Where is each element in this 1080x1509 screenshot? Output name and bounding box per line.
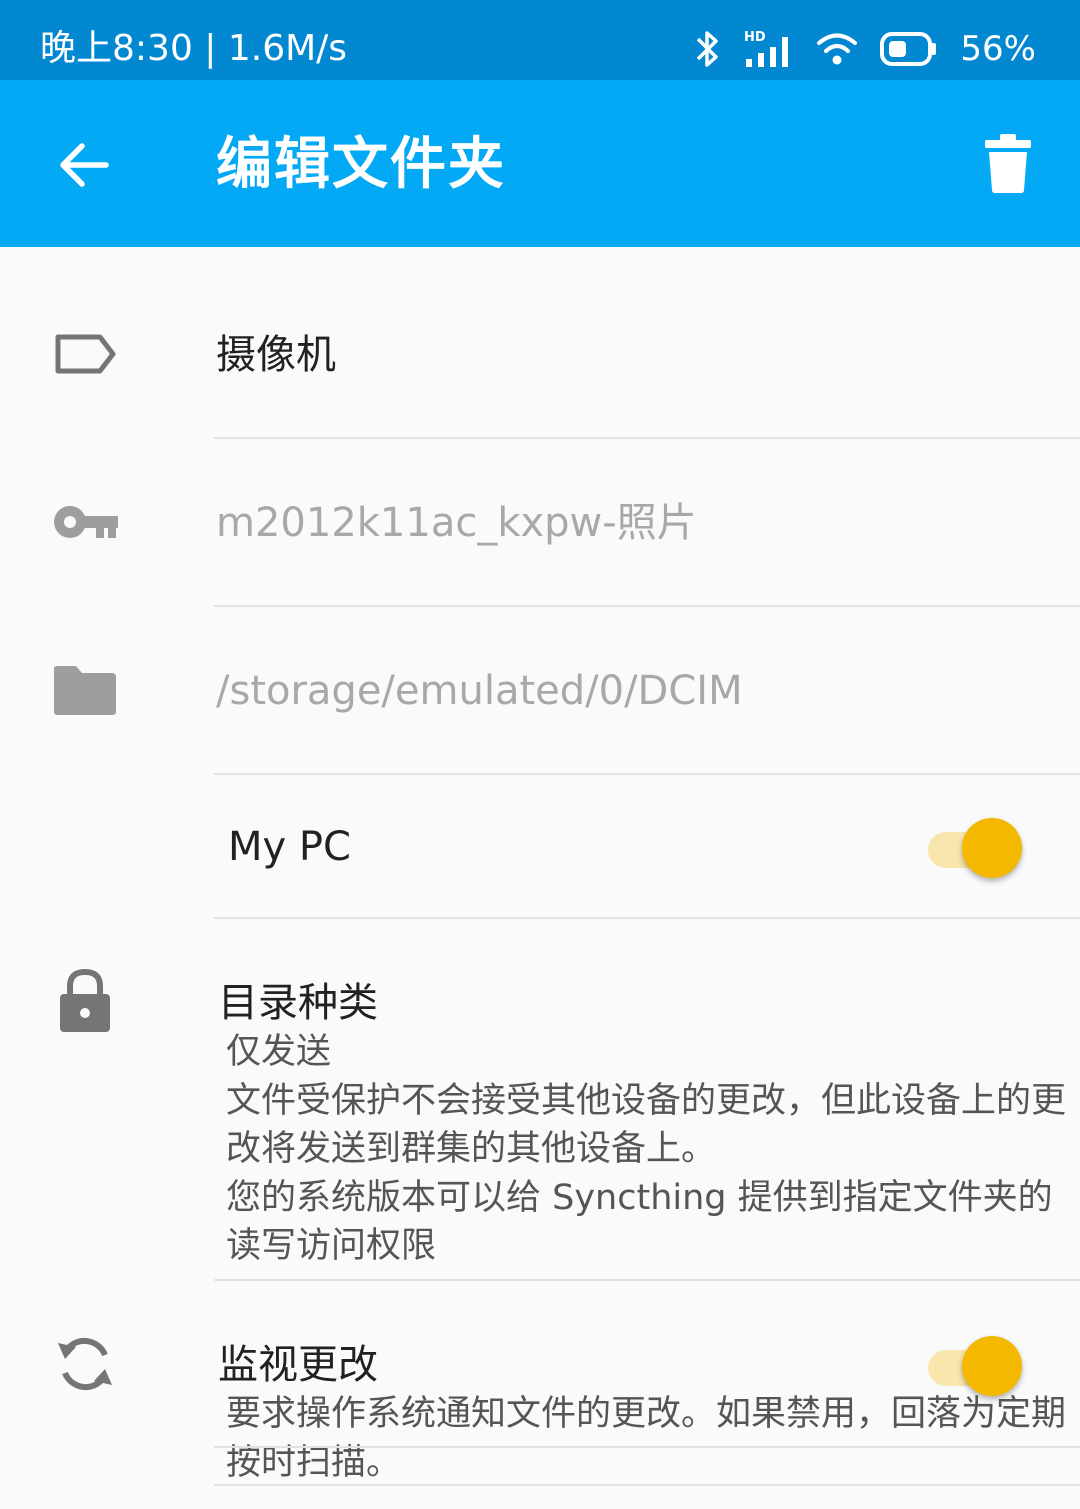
divider	[214, 1279, 1080, 1281]
app-bar: 编辑文件夹	[0, 80, 1080, 247]
page-title: 编辑文件夹	[216, 132, 506, 197]
wifi-icon	[817, 33, 858, 65]
desc-line: 改将发送到群集的其他设备上。	[226, 1129, 717, 1169]
divider	[214, 1446, 1080, 1448]
folder-type-description: 仅发送 文件受保护不会接受其他设备的更改，但此设备上的更 改将发送到群集的其他设…	[226, 1028, 1080, 1271]
bluetooth-icon	[697, 31, 719, 67]
watch-changes-switch[interactable]	[926, 1334, 1026, 1396]
divider	[214, 437, 1080, 439]
watch-changes-title[interactable]: 监视更改	[218, 1340, 378, 1390]
label-tag-icon	[55, 334, 116, 374]
status-time-speed: 晚上8:30 | 1.6M/s	[40, 28, 348, 69]
folder-id-field[interactable]: m2012k11ac_kxpw-照片	[216, 498, 697, 548]
device-share-switch[interactable]	[926, 816, 1026, 878]
arrow-back-icon[interactable]	[50, 130, 120, 200]
trash-icon[interactable]	[975, 130, 1041, 196]
folder-type-value: 仅发送	[226, 1032, 332, 1072]
folder-type-title[interactable]: 目录种类	[218, 978, 378, 1028]
divider	[214, 773, 1080, 775]
folder-path-field[interactable]: /storage/emulated/0/DCIM	[216, 666, 743, 716]
divider	[214, 1484, 1080, 1486]
hd-signal-icon: HD	[744, 30, 789, 67]
switch-thumb	[962, 1336, 1022, 1396]
lock-icon	[60, 968, 110, 1032]
key-icon	[54, 506, 118, 538]
device-name: My PC	[228, 824, 351, 870]
divider	[214, 917, 1080, 919]
desc-line: 您的系统版本可以给 Syncthing 提供到指定文件夹的	[226, 1177, 1053, 1218]
svg-text:HD: HD	[744, 30, 766, 45]
status-icons: HD 56%	[694, 24, 1036, 74]
sync-icon	[58, 1337, 112, 1391]
watch-changes-description: 要求操作系统通知文件的更改。如果禁用，回落为定期 按时扫描。	[226, 1390, 1080, 1487]
desc-line: 要求操作系统通知文件的更改。如果禁用，回落为定期	[226, 1394, 1067, 1434]
switch-thumb	[962, 818, 1022, 878]
divider	[214, 605, 1080, 607]
status-bar: 晚上8:30 | 1.6M/s HD 56%	[0, 0, 1080, 80]
folder-icon	[54, 666, 116, 715]
desc-line: 文件受保护不会接受其他设备的更改，但此设备上的更	[226, 1080, 1067, 1121]
desc-line: 读写访问权限	[226, 1226, 437, 1266]
folder-label-field[interactable]: 摄像机	[216, 330, 336, 380]
battery-icon	[880, 32, 937, 66]
battery-percent: 56%	[960, 29, 1036, 69]
